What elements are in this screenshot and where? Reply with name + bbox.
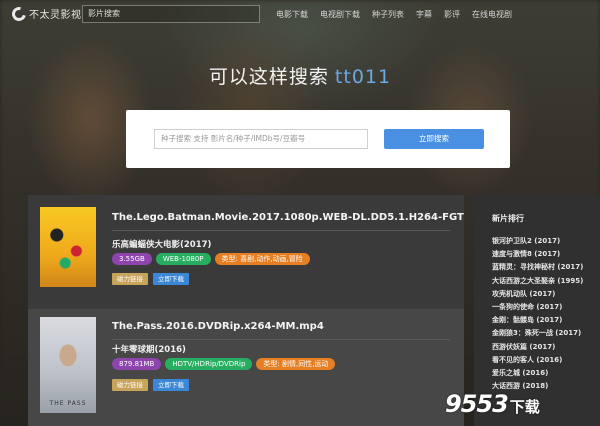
result-item: The.Lego.Batman.Movie.2017.1080p.WEB-DL.… [28,195,464,305]
nav-link-movies[interactable]: 电影下载 [276,9,308,20]
download-button[interactable]: 立即下载 [153,273,189,285]
sidebar-list: 银河护卫队2 (2017) 速度与激情8 (2017) 蓝精灵：寻找神秘村 (2… [492,235,583,393]
sidebar-item[interactable]: 速度与激情8 (2017) [492,248,583,261]
sidebar-item[interactable]: 金刚狼3：殊死一战 (2017) [492,327,583,340]
result-item: THE PASS The.Pass.2016.DVDRip.x264-MM.mp… [28,309,464,426]
divider [112,230,450,231]
nav-link-subtitles[interactable]: 字幕 [416,9,432,20]
sidebar-item[interactable]: 看不见的客人 (2016) [492,354,583,367]
hero-title-example: tt011 [334,66,392,88]
poster-label: THE PASS [49,400,87,407]
logo-text: 不太灵影视 [29,10,82,21]
nav-search-input[interactable]: 影片搜索 [82,5,260,23]
search-card: 种子搜索 支持 影片名/种子/IMDb号/豆瓣号 立即搜索 [126,110,510,168]
sidebar-item[interactable]: 蓝精灵：寻找神秘村 (2017) [492,261,583,274]
sidebar-item[interactable]: 西游伏妖篇 (2017) [492,341,583,354]
the-pass-poster[interactable]: THE PASS [40,317,96,413]
sidebar-item[interactable]: 金刚：骷髅岛 (2017) [492,314,583,327]
download-button[interactable]: 立即下载 [153,379,189,391]
quality-badge: WEB-1080P [155,253,211,265]
divider [112,339,450,340]
watermark: 9553 下载 [445,390,540,418]
nav-link-tv[interactable]: 电视剧下载 [320,9,360,20]
top-nav: 不太灵影视 影片搜索 电影下载 电视剧下载 种子列表 字幕 影评 在线电视剧 [0,0,600,28]
watermark-number: 9553 [445,390,509,418]
result-title[interactable]: The.Lego.Batman.Movie.2017.1080p.WEB-DL.… [112,212,464,223]
sidebar-item[interactable]: 爱乐之城 (2016) [492,367,583,380]
results-list: The.Lego.Batman.Movie.2017.1080p.WEB-DL.… [28,195,464,426]
watermark-text: 下载 [509,398,540,416]
sidebar-item[interactable]: 银河护卫队2 (2017) [492,235,583,248]
nav-links: 电影下载 电视剧下载 种子列表 字幕 影评 在线电视剧 [276,9,524,20]
size-badge: 3.55GB [112,253,152,265]
sidebar-title: 新片排行 [492,214,524,223]
magnet-link-button[interactable]: 磁力链接 [112,273,148,285]
hero-title: 可以这样搜索 tt011 [0,62,600,89]
torrent-search-input[interactable]: 种子搜索 支持 影片名/种子/IMDb号/豆瓣号 [154,129,368,149]
search-button[interactable]: 立即搜索 [384,129,484,149]
nav-link-reviews[interactable]: 影评 [444,9,460,20]
result-tags: 879.81MB HDTV/HDRip/DVDRip 类型: 剧情,同性,运动 [112,358,339,370]
magnet-link-button[interactable]: 磁力链接 [112,379,148,391]
nav-link-torrents[interactable]: 种子列表 [372,9,404,20]
lego-batman-poster[interactable] [40,207,96,287]
result-actions: 磁力链接 立即下载 [112,273,194,285]
result-subtitle: 乐高蝙蝠侠大电影(2017) [112,240,212,250]
logo-icon [9,3,29,24]
site-logo[interactable]: 不太灵影视 [9,3,82,24]
genre-badge: 类型: 剧情,同性,运动 [256,358,336,370]
sidebar-item[interactable]: 大话西游之大圣娶亲 (1995) [492,275,583,288]
sidebar-item[interactable]: 攻壳机动队 (2017) [492,288,583,301]
nav-link-online-tv[interactable]: 在线电视剧 [472,9,512,20]
result-subtitle: 十年零球期(2016) [112,345,186,355]
sidebar-item[interactable]: 一条狗的使命 (2017) [492,301,583,314]
size-badge: 879.81MB [112,358,162,370]
quality-badge: HDTV/HDRip/DVDRip [165,358,253,370]
result-tags: 3.55GB WEB-1080P 类型: 喜剧,动作,动画,冒险 [112,253,314,265]
result-title[interactable]: The.Pass.2016.DVDRip.x264-MM.mp4 [112,321,324,332]
result-actions: 磁力链接 立即下载 [112,379,194,391]
hero-title-text: 可以这样搜索 [208,66,329,88]
genre-badge: 类型: 喜剧,动作,动画,冒险 [214,253,310,265]
